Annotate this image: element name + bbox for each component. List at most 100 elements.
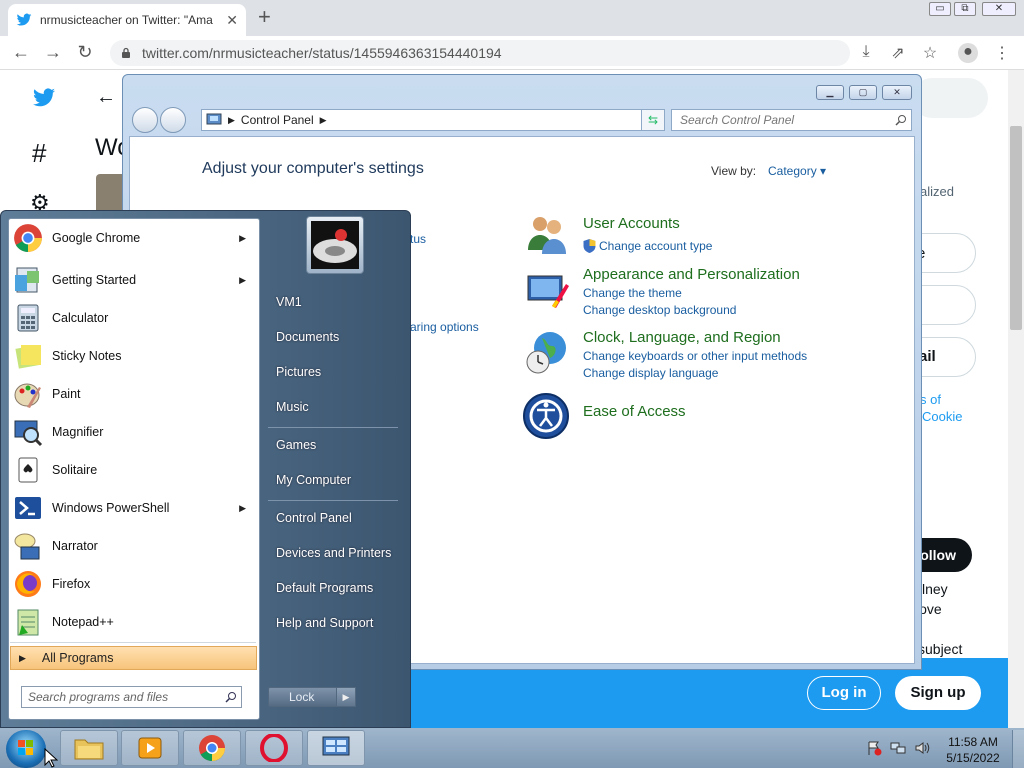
breadcrumb[interactable]: Control Panel xyxy=(241,113,314,127)
signup-button[interactable]: Sign up xyxy=(895,676,981,710)
window-close-button[interactable]: ✕ xyxy=(982,2,1016,16)
program-item[interactable]: Narrator xyxy=(10,528,256,564)
ease-of-access-icon[interactable] xyxy=(522,392,570,440)
view-by-dropdown[interactable]: Category ▾ xyxy=(768,164,826,178)
search-pill[interactable] xyxy=(912,78,988,118)
window-minimize-button[interactable]: ▭ xyxy=(929,2,951,16)
program-item[interactable]: Solitaire xyxy=(10,452,256,488)
submenu-arrow-icon[interactable]: ▶ xyxy=(239,503,246,514)
category-user-accounts[interactable]: User Accounts xyxy=(583,215,680,232)
uac-shield-icon xyxy=(583,239,596,253)
start-right-item[interactable]: Games xyxy=(276,438,316,452)
system-clock[interactable]: 11:58 AM 5/15/2022 xyxy=(938,734,1008,766)
window-restore-button[interactable]: ⧉ xyxy=(954,2,976,16)
taskbar-chrome-button[interactable] xyxy=(183,730,241,766)
link-change-desktop-background[interactable]: Change desktop background xyxy=(583,303,736,317)
twitter-logo-icon[interactable] xyxy=(30,86,58,110)
appearance-icon[interactable] xyxy=(522,266,570,314)
program-item[interactable]: Getting Started ▶ xyxy=(10,262,256,298)
category-appearance[interactable]: Appearance and Personalization xyxy=(583,266,800,283)
new-tab-icon[interactable]: + xyxy=(258,6,271,28)
category-ease-of-access[interactable]: Ease of Access xyxy=(583,403,686,420)
cp-search-input[interactable]: Search Control Panel xyxy=(671,109,912,131)
program-item[interactable]: Google Chrome ▶ xyxy=(10,220,256,256)
back-arrow-icon[interactable]: ← xyxy=(10,42,32,63)
category-clock-language-region[interactable]: Clock, Language, and Region xyxy=(583,329,781,346)
start-right-item[interactable]: VM1 xyxy=(276,295,302,309)
control-panel-icon xyxy=(206,113,222,125)
hidden-link-fragment[interactable]: aring options xyxy=(410,320,479,334)
scrollbar-thumb[interactable] xyxy=(1010,126,1022,330)
user-accounts-icon[interactable] xyxy=(522,210,570,258)
cookie-link[interactable]: Cookie xyxy=(922,409,962,424)
start-right-item[interactable]: Control Panel xyxy=(276,511,352,525)
program-item[interactable]: Paint xyxy=(10,376,256,412)
clock-globe-icon[interactable] xyxy=(522,328,570,376)
cp-maximize-button[interactable]: ▢ xyxy=(849,85,877,100)
program-item[interactable]: Calculator xyxy=(10,300,256,336)
all-programs-button[interactable]: ▶ All Programs xyxy=(10,646,257,670)
volume-icon[interactable] xyxy=(914,740,930,756)
tab-title: nrmusicteacher on Twitter: "Ama xyxy=(40,13,213,27)
program-item[interactable]: Sticky Notes xyxy=(10,338,256,374)
program-item[interactable]: Firefox xyxy=(10,566,256,602)
link-change-account-type[interactable]: Change account type xyxy=(599,239,712,253)
start-right-item[interactable]: Help and Support xyxy=(276,616,373,630)
cp-forward-button[interactable] xyxy=(160,107,186,133)
refresh-icon[interactable]: ⇆ xyxy=(641,109,665,131)
profile-avatar-icon[interactable]: ● xyxy=(958,43,978,63)
browser-tab[interactable]: nrmusicteacher on Twitter: "Ama ✕ xyxy=(8,4,246,36)
forward-arrow-icon[interactable]: → xyxy=(42,42,64,63)
user-avatar[interactable] xyxy=(306,216,364,274)
program-item[interactable]: Windows PowerShell ▶ xyxy=(10,490,256,526)
terms-link[interactable]: s of xyxy=(920,392,941,407)
start-orb-button[interactable] xyxy=(6,730,46,768)
start-right-item[interactable]: My Computer xyxy=(276,473,351,487)
address-bar[interactable]: twitter.com/nrmusicteacher/status/145594… xyxy=(110,40,850,66)
narrator-icon xyxy=(12,530,44,562)
share-icon[interactable]: ⇗ xyxy=(888,43,908,63)
start-right-item[interactable]: Documents xyxy=(276,330,339,344)
search-icon[interactable] xyxy=(225,691,237,703)
cp-minimize-button[interactable]: ▁ xyxy=(816,85,844,100)
program-item[interactable]: Notepad++ xyxy=(10,604,256,640)
notepad-plus-plus-icon xyxy=(12,606,44,638)
network-icon[interactable] xyxy=(890,740,906,756)
shutdown-options-arrow-icon[interactable]: ▶ xyxy=(336,687,356,707)
program-label: Sticky Notes xyxy=(52,349,122,363)
action-center-flag-icon[interactable] xyxy=(866,740,882,756)
show-desktop-button[interactable] xyxy=(1012,730,1024,768)
login-button[interactable]: Log in xyxy=(807,676,881,710)
submenu-arrow-icon[interactable]: ▶ xyxy=(239,275,246,286)
link-change-keyboards[interactable]: Change keyboards or other input methods xyxy=(583,349,807,363)
paint-icon xyxy=(12,378,44,410)
explore-hashtag-icon[interactable]: # xyxy=(32,138,46,169)
submenu-arrow-icon[interactable]: ▶ xyxy=(239,233,246,244)
start-right-item[interactable]: Music xyxy=(276,400,309,414)
link-change-display-language[interactable]: Change display language xyxy=(583,366,718,380)
user-picture-icon xyxy=(311,221,359,269)
bookmark-star-icon[interactable]: ☆ xyxy=(920,43,940,63)
start-right-item[interactable]: Default Programs xyxy=(276,581,373,595)
taskbar-explorer-button[interactable] xyxy=(60,730,118,766)
back-arrow-icon[interactable]: ← xyxy=(96,86,116,109)
start-right-item[interactable]: Devices and Printers xyxy=(276,546,391,560)
install-icon[interactable]: ⤓ xyxy=(856,43,876,63)
taskbar-opera-button[interactable] xyxy=(245,730,303,766)
tab-close-icon[interactable]: ✕ xyxy=(226,12,238,29)
link-change-theme[interactable]: Change the theme xyxy=(583,286,682,300)
hidden-link-fragment[interactable]: tus xyxy=(410,232,426,246)
menu-kebab-icon[interactable]: ⋮ xyxy=(992,43,1012,63)
taskbar-media-player-button[interactable] xyxy=(121,730,179,766)
start-right-item[interactable]: Pictures xyxy=(276,365,321,379)
taskbar-control-panel-button[interactable] xyxy=(307,730,365,766)
program-item[interactable]: Magnifier xyxy=(10,414,256,450)
cp-back-button[interactable] xyxy=(132,107,158,133)
start-search-input[interactable]: Search programs and files xyxy=(21,686,242,708)
windows-logo-icon xyxy=(18,740,33,755)
bio-fragment: lney xyxy=(922,581,948,597)
search-icon[interactable] xyxy=(895,114,907,126)
reload-icon[interactable]: ↻ xyxy=(74,42,96,63)
cp-address-bar[interactable]: ▶ Control Panel ▶ ▼ xyxy=(201,109,665,131)
cp-close-button[interactable]: ✕ xyxy=(882,85,912,100)
